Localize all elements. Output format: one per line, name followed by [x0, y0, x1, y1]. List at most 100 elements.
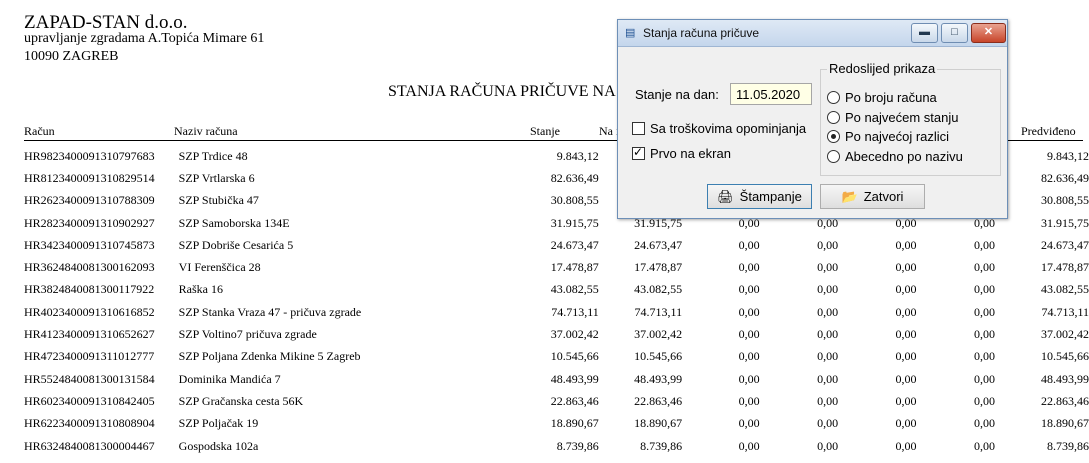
screen-first-checkbox[interactable]: Prvo na ekran	[632, 144, 731, 161]
cell-partial: 43.082,55	[634, 282, 683, 297]
cell-col3: 0,00	[738, 438, 760, 453]
radio-dot[interactable]	[827, 150, 840, 163]
radio-by-account[interactable]: Po broju računa	[827, 89, 937, 106]
table-row: HR6023400091310842405 SZP Gračanska cesta…	[0, 390, 1089, 412]
cell-balance: 30.808,55	[550, 193, 599, 208]
report-title: STANJA RAČUNA PRIČUVE NA	[388, 83, 616, 100]
cell-forecast: 48.493,99	[1041, 371, 1089, 386]
date-input[interactable]	[730, 83, 812, 105]
cell-account: HR3423400091310745873	[24, 237, 155, 252]
cell-partial: 8.739,86	[640, 438, 683, 453]
print-button[interactable]: 🖨 Štampanje	[707, 184, 812, 209]
cell-col3: 0,00	[738, 349, 760, 364]
cell-col3: 0,00	[738, 416, 760, 431]
cell-forecast: 10.545,66	[1041, 349, 1089, 364]
cell-name: VI Ferenščica 28	[178, 260, 261, 275]
cell-col4: 0,00	[817, 393, 839, 408]
cell-forecast: 17.478,87	[1041, 260, 1089, 275]
cell-account: HR4023400091310616852	[24, 304, 155, 319]
cell-col3: 0,00	[738, 260, 760, 275]
cell-partial: 10.545,66	[634, 349, 683, 364]
cell-col4: 0,00	[817, 282, 839, 297]
cell-name: SZP Stubička 47	[178, 193, 259, 208]
table-row: HR3423400091310745873 SZP Dobriše Cesarić…	[0, 234, 1089, 256]
company-address-line1: upravljanje zgradama A.Topića Mimare 61	[24, 31, 265, 46]
cell-col6: 0,00	[973, 416, 995, 431]
cell-name: Raška 16	[178, 282, 223, 297]
cell-col4: 0,00	[817, 327, 839, 342]
cell-col6: 0,00	[973, 371, 995, 386]
close-window-button[interactable]: ✕	[971, 23, 1006, 43]
radio-alphabetical[interactable]: Abecedno po nazivu	[827, 148, 963, 165]
cell-partial: 74.713,11	[634, 304, 683, 319]
minimize-button[interactable]: ▬	[911, 23, 938, 43]
cell-col5: 0,00	[895, 416, 917, 431]
cell-forecast: 43.082,55	[1041, 282, 1089, 297]
cell-col4: 0,00	[817, 260, 839, 275]
table-row: HR4723400091311012777 SZP Poljana Zdenka …	[0, 346, 1089, 368]
cell-name: SZP Poljana Zdenka Mikine 5 Zagreb	[178, 349, 361, 364]
close-button-label: Zatvori	[863, 189, 904, 204]
cell-name: SZP Poljačak 19	[178, 416, 259, 431]
cell-account: HR5524840081300131584	[24, 371, 155, 386]
cell-col6: 0,00	[973, 237, 995, 252]
radio-dot[interactable]	[827, 130, 840, 143]
printer-icon: 🖨	[717, 188, 734, 204]
checkbox-box[interactable]	[632, 121, 645, 135]
cell-partial: 18.890,67	[634, 416, 683, 431]
cell-account: HR2823400091310902927	[24, 215, 155, 230]
cell-balance: 37.002,42	[550, 327, 599, 342]
cell-name: SZP Gračanska cesta 56K	[178, 393, 304, 408]
radio-by-largest-difference[interactable]: Po najvećoj razlici	[827, 128, 949, 145]
dialog-titlebar[interactable]: ▤ Stanja računa pričuve ▬ □ ✕	[618, 20, 1007, 47]
column-header-forecast: Predviđeno	[1021, 124, 1076, 138]
radio-by-largest-balance[interactable]: Po najvećem stanju	[827, 109, 958, 126]
cell-col4: 0,00	[817, 304, 839, 319]
cell-account: HR3824840081300117922	[24, 282, 155, 297]
cell-account: HR9823400091310797683	[24, 148, 155, 163]
cell-col4: 0,00	[817, 416, 839, 431]
cell-col6: 0,00	[973, 327, 995, 342]
cell-col4: 0,00	[817, 438, 839, 453]
cell-name: Dominika Mandića 7	[178, 371, 281, 386]
close-button[interactable]: 📂 Zatvori	[820, 184, 925, 209]
cell-balance: 17.478,87	[550, 260, 599, 275]
column-header-name: Naziv računa	[174, 124, 238, 138]
print-button-label: Štampanje	[739, 189, 802, 204]
cell-col5: 0,00	[895, 260, 917, 275]
cell-balance: 18.890,67	[550, 416, 599, 431]
radio-dot[interactable]	[827, 111, 840, 124]
checkbox-box[interactable]	[632, 144, 645, 160]
cell-balance: 31.915,75	[550, 215, 599, 230]
cell-name: SZP Voltino7 pričuva zgrade	[178, 327, 317, 342]
cell-partial: 24.673,47	[634, 237, 683, 252]
cell-col5: 0,00	[895, 438, 917, 453]
cell-balance: 82.636,49	[550, 170, 599, 185]
cell-col4: 0,00	[817, 237, 839, 252]
costs-checkbox[interactable]: Sa troškovima opominjanja	[632, 120, 806, 136]
date-label: Stanje na dan:	[635, 87, 719, 102]
cell-name: Gospodska 102a	[178, 438, 259, 453]
cell-forecast: 74.713,11	[1041, 304, 1089, 319]
screen-first-checkbox-label: Prvo na ekran	[650, 145, 731, 161]
table-row: HR4123400091310652627 SZP Voltino7 pričuv…	[0, 323, 1089, 345]
cell-forecast: 22.863,46	[1041, 393, 1089, 408]
cell-col6: 0,00	[973, 438, 995, 453]
cell-col3: 0,00	[738, 327, 760, 342]
cell-partial: 17.478,87	[634, 260, 683, 275]
cell-col6: 0,00	[973, 393, 995, 408]
cell-col3: 0,00	[738, 282, 760, 297]
radio-dot[interactable]	[827, 91, 840, 104]
maximize-button[interactable]: □	[941, 23, 968, 43]
cell-forecast: 31.915,75	[1041, 215, 1089, 230]
cell-balance: 48.493,99	[550, 371, 599, 386]
cell-forecast: 37.002,42	[1041, 327, 1089, 342]
cell-col6: 0,00	[973, 282, 995, 297]
cell-name: SZP Samoborska 134E	[178, 215, 290, 230]
table-row: HR3824840081300117922 Raška 16 43.082,55 43…	[0, 279, 1089, 301]
cell-col5: 0,00	[895, 371, 917, 386]
sort-order-group: Redoslijed prikaza Po broju računa Po na…	[820, 61, 1001, 176]
cell-balance: 74.713,11	[551, 304, 599, 319]
table-row: HR6223400091310808904 SZP Poljačak 19 18.8…	[0, 413, 1089, 435]
cell-account: HR3624840081300162093	[24, 260, 155, 275]
